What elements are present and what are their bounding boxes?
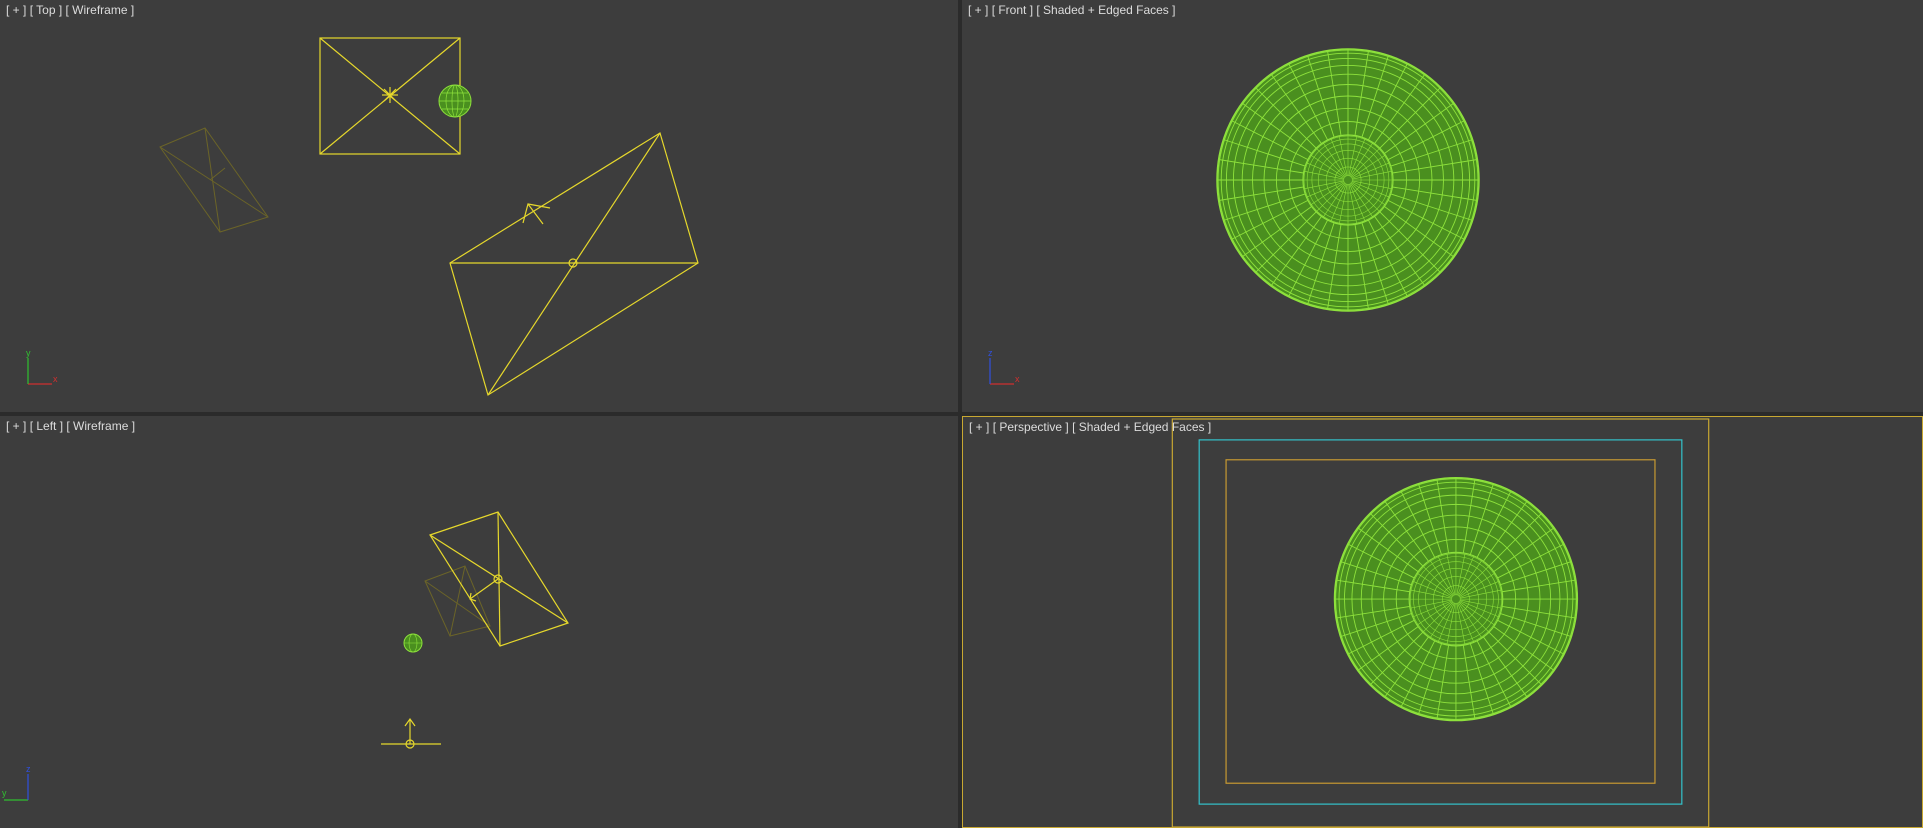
view-label-button[interactable]: [ Top ]: [30, 3, 62, 17]
sphere-object[interactable]: [403, 633, 423, 653]
selected-camera[interactable]: [449, 132, 699, 396]
viewport-menu-button[interactable]: [ + ]: [969, 420, 989, 434]
axis-y-label: y: [2, 788, 7, 798]
viewport-menu-button[interactable]: [ + ]: [6, 419, 26, 433]
viewport-menu-button[interactable]: [ + ]: [6, 3, 26, 17]
top-scene[interactable]: x y: [0, 0, 958, 412]
viewport-left-label: [ + ] [ Left ] [ Wireframe ]: [6, 419, 135, 433]
light-gizmo[interactable]: [381, 717, 441, 749]
dim-camera[interactable]: [424, 565, 491, 637]
viewport-top[interactable]: [ + ] [ Top ] [ Wireframe ] x y: [0, 0, 958, 412]
view-label-button[interactable]: [ Front ]: [992, 3, 1033, 17]
shading-label-button[interactable]: [ Shaded + Edged Faces ]: [1036, 3, 1175, 17]
perspective-scene[interactable]: [963, 417, 1922, 827]
shading-label-button[interactable]: [ Wireframe ]: [66, 3, 135, 17]
viewport-front-label: [ + ] [ Front ] [ Shaded + Edged Faces ]: [968, 3, 1175, 17]
front-scene[interactable]: x z: [962, 0, 1923, 412]
axis-y-label: y: [26, 348, 31, 358]
light-gizmo[interactable]: [319, 37, 461, 155]
sphere-front[interactable]: [1216, 48, 1480, 312]
selected-camera[interactable]: [429, 511, 569, 647]
axis-tripod: x z: [988, 348, 1020, 385]
axis-z-label: z: [988, 348, 993, 358]
viewport-front[interactable]: [ + ] [ Front ] [ Shaded + Edged Faces ]…: [962, 0, 1923, 412]
viewport-top-label: [ + ] [ Top ] [ Wireframe ]: [6, 3, 134, 17]
dim-camera[interactable]: [159, 127, 269, 233]
sphere-perspective[interactable]: [1333, 476, 1579, 722]
axis-x-label: x: [53, 374, 58, 384]
axis-z-label: z: [26, 764, 31, 774]
view-label-button[interactable]: [ Left ]: [30, 419, 63, 433]
shading-label-button[interactable]: [ Wireframe ]: [66, 419, 135, 433]
axis-tripod: y z: [2, 764, 31, 801]
shading-label-button[interactable]: [ Shaded + Edged Faces ]: [1072, 420, 1211, 434]
viewport-left[interactable]: [ + ] [ Left ] [ Wireframe ] y z: [0, 416, 958, 828]
left-scene[interactable]: y z: [0, 416, 958, 828]
sphere-object[interactable]: [438, 84, 472, 118]
viewport-perspective-label: [ + ] [ Perspective ] [ Shaded + Edged F…: [969, 420, 1211, 434]
viewport-menu-button[interactable]: [ + ]: [968, 3, 988, 17]
viewport-perspective[interactable]: [ + ] [ Perspective ] [ Shaded + Edged F…: [962, 416, 1923, 828]
axis-x-label: x: [1015, 374, 1020, 384]
viewport-grid: [ + ] [ Top ] [ Wireframe ] x y [+] […: [0, 0, 1923, 828]
axis-tripod: x y: [26, 348, 58, 385]
view-label-button[interactable]: [ Perspective ]: [993, 420, 1069, 434]
